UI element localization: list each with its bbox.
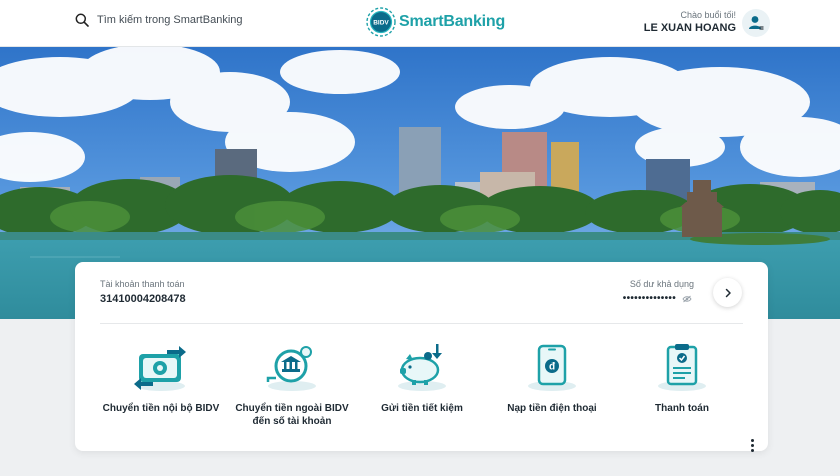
account-card: Tài khoản thanh toán 31410004208478 Số d… [75,262,768,452]
logo-badge: BIDV [373,20,389,27]
user-menu-icon [749,16,764,30]
action-phone-topup[interactable]: đ Nạp tiền điện thoại [487,342,617,415]
logo-text: SmartBanking [399,13,506,30]
top-bar: Tìm kiếm trong SmartBanking BIDV SmartBa… [0,0,840,47]
eye-hidden-icon[interactable] [682,295,692,303]
action-internal-transfer[interactable]: Chuyển tiền nội bộ BIDV [96,342,226,415]
more-vertical-icon-dot [750,448,754,452]
action-label: Nạp tiền điện thoại [507,403,597,414]
account-detail-button[interactable] [713,278,742,307]
balance-value: •••••••••••••• [623,293,692,304]
action-label: Chuyển tiền ngoài BIDV đến số tài khoản [235,403,349,427]
svg-text:đ: đ [549,362,556,373]
greeting-text: Chào buổi tối! [680,10,736,20]
chevron-right-icon [725,288,731,297]
bill-payment-icon [658,344,706,391]
search-icon [75,13,89,27]
search-bar[interactable]: Tìm kiếm trong SmartBanking [75,13,243,27]
avatar[interactable] [742,9,770,37]
masked-balance: •••••••••••••• [622,293,676,304]
search-input[interactable]: Tìm kiếm trong SmartBanking [97,14,243,26]
action-external-transfer[interactable]: Chuyển tiền ngoài BIDV đến số tài khoản [227,342,357,428]
action-label: Chuyển tiền nội bộ BIDV [102,403,220,414]
bidv-logo-icon: BIDV [366,7,396,37]
external-transfer-icon [266,346,316,391]
account-type-label: Tài khoản thanh toán [100,279,185,289]
action-savings-deposit[interactable]: Gửi tiền tiết kiệm [357,342,487,415]
more-vertical-icon-dot [750,443,754,447]
action-bill-payment[interactable]: Thanh toán [617,342,747,415]
user-name: LE XUAN HOANG [643,22,736,34]
phone-topup-icon: đ [528,344,576,391]
more-actions-button[interactable] [746,435,758,455]
divider [100,323,743,324]
user-greeting: Chào buổi tối! LE XUAN HOANG [644,10,736,36]
balance-label: Số dư khả dụng [629,279,694,289]
action-label: Thanh toán [655,403,709,414]
more-vertical-icon [750,438,754,442]
piggy-bank-icon [398,344,446,391]
account-number[interactable]: 31410004208478 [100,293,186,305]
quick-actions: Chuyển tiền nội bộ BIDV Chuyển tiền ngoà… [75,342,768,452]
internal-transfer-icon [134,346,186,391]
smartbanking-logo: BIDV SmartBanking [365,6,505,38]
action-label: Gửi tiền tiết kiệm [381,403,463,414]
